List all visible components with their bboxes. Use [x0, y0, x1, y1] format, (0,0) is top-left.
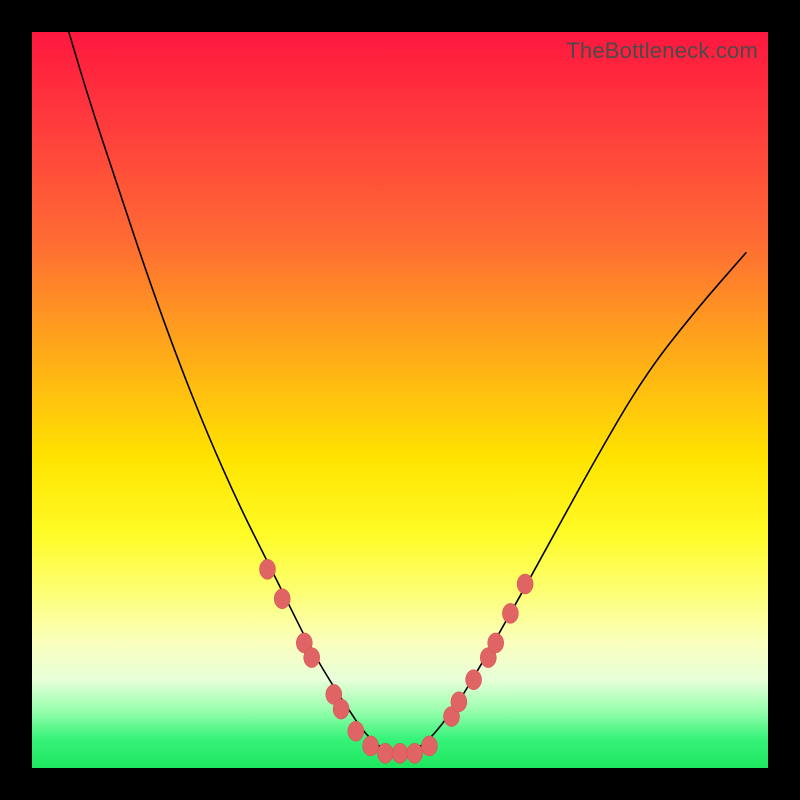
- curve-marker: [407, 743, 423, 763]
- plot-area: TheBottleneck.com: [32, 32, 768, 768]
- curve-marker: [333, 699, 349, 719]
- curve-marker: [274, 589, 290, 609]
- watermark-text: TheBottleneck.com: [566, 38, 758, 64]
- curve-marker: [421, 736, 437, 756]
- curve-marker: [517, 574, 533, 594]
- bottleneck-curve: [69, 32, 746, 753]
- curve-marker: [488, 633, 504, 653]
- curve-marker: [304, 648, 320, 668]
- curve-marker: [260, 559, 276, 579]
- curve-marker: [363, 736, 379, 756]
- curve-marker: [451, 692, 467, 712]
- chart-svg: [32, 32, 768, 768]
- marker-group: [260, 559, 534, 763]
- curve-marker: [466, 670, 482, 690]
- curve-marker: [502, 603, 518, 623]
- curve-marker: [377, 743, 393, 763]
- curve-marker: [392, 743, 408, 763]
- curve-marker: [348, 721, 364, 741]
- chart-frame: TheBottleneck.com: [0, 0, 800, 800]
